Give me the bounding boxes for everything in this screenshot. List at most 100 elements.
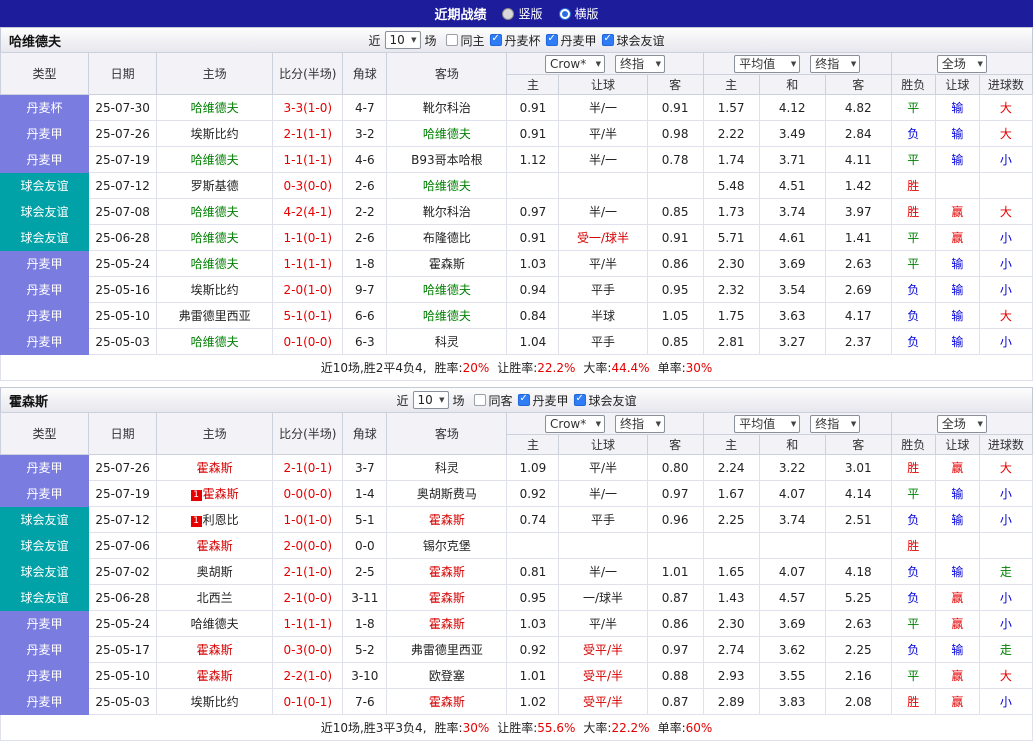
team-link[interactable]: 哈维德夫 bbox=[423, 127, 471, 141]
scope-select[interactable]: 全场 ▼ bbox=[936, 414, 987, 433]
radio-icon-horizontal[interactable] bbox=[558, 7, 571, 20]
team-link[interactable]: 奥胡斯 bbox=[197, 565, 233, 579]
checkbox-icon[interactable] bbox=[517, 393, 530, 406]
corner-cell: 3-7 bbox=[342, 454, 388, 481]
home-team-cell: 霍森斯 bbox=[156, 636, 274, 663]
team-link[interactable]: 哈维德夫 bbox=[191, 231, 239, 245]
team-link[interactable]: 埃斯比约 bbox=[191, 283, 239, 297]
checkbox-icon[interactable] bbox=[473, 394, 486, 406]
score-cell[interactable]: 2-1(0-1) bbox=[272, 454, 344, 481]
filter-option[interactable]: 球会友谊 bbox=[573, 392, 637, 409]
col-header-score: 比分(半场) bbox=[272, 412, 344, 455]
odds-home: 1.02 bbox=[506, 688, 560, 715]
odds-stage-select[interactable]: 终指 ▼ bbox=[615, 54, 666, 73]
team-link[interactable]: 霍森斯 bbox=[429, 257, 465, 271]
team-link[interactable]: 霍森斯 bbox=[429, 513, 465, 527]
score-cell[interactable]: 1-1(1-1) bbox=[272, 146, 344, 173]
score-cell[interactable]: 5-1(0-1) bbox=[272, 302, 344, 329]
match-count-select[interactable]: 10 ▼ bbox=[384, 31, 421, 49]
odds-stage-select[interactable]: 终指 ▼ bbox=[615, 414, 666, 433]
handicap-result-cell: 输 bbox=[934, 250, 980, 277]
team-link[interactable]: 靴尔科治 bbox=[423, 101, 471, 115]
team-link[interactable]: 哈维德夫 bbox=[191, 257, 239, 271]
match-count-select[interactable]: 10 ▼ bbox=[412, 391, 449, 409]
bookmaker-select[interactable]: Crow* ▼ bbox=[545, 54, 606, 73]
score-cell[interactable]: 0-3(0-0) bbox=[272, 636, 344, 663]
radio-icon-vertical[interactable] bbox=[502, 7, 515, 20]
view-option-vertical[interactable]: 竖版 bbox=[502, 5, 543, 22]
score-cell[interactable]: 0-1(0-1) bbox=[272, 688, 344, 715]
team-link[interactable]: 北西兰 bbox=[197, 591, 233, 605]
bookmaker-select[interactable]: Crow* ▼ bbox=[545, 414, 606, 433]
team-link[interactable]: 哈维德夫 bbox=[191, 335, 239, 349]
team-link[interactable]: 哈维德夫 bbox=[191, 101, 239, 115]
team-link[interactable]: 欧登塞 bbox=[429, 669, 465, 683]
average-select[interactable]: 平均值 ▼ bbox=[734, 414, 801, 433]
avg-home: 2.74 bbox=[702, 636, 760, 663]
score-cell[interactable]: 0-0(0-0) bbox=[272, 480, 344, 507]
score-cell[interactable]: 3-3(1-0) bbox=[272, 94, 344, 121]
score-cell[interactable]: 2-2(1-0) bbox=[272, 662, 344, 689]
team-link[interactable]: 锡尔克堡 bbox=[423, 539, 471, 553]
team-link[interactable]: 霍森斯 bbox=[197, 669, 233, 683]
score-cell[interactable]: 2-1(1-1) bbox=[272, 120, 344, 147]
team-link[interactable]: 霍森斯 bbox=[429, 617, 465, 631]
score-cell[interactable]: 1-1(1-1) bbox=[272, 250, 344, 277]
team-link[interactable]: 霍森斯 bbox=[429, 591, 465, 605]
score-cell[interactable]: 0-3(0-0) bbox=[272, 172, 344, 199]
filter-option[interactable]: 丹麦甲 bbox=[545, 32, 597, 49]
filter-option[interactable]: 丹麦杯 bbox=[489, 32, 541, 49]
team-link[interactable]: 弗雷德里西亚 bbox=[411, 643, 483, 657]
scope-select[interactable]: 全场 ▼ bbox=[936, 54, 987, 73]
score-cell[interactable]: 2-0(0-0) bbox=[272, 532, 344, 559]
view-option-horizontal[interactable]: 横版 bbox=[558, 5, 599, 22]
score-cell[interactable]: 2-0(1-0) bbox=[272, 276, 344, 303]
score-cell[interactable]: 2-1(0-0) bbox=[272, 584, 344, 611]
checkbox-icon[interactable] bbox=[545, 33, 558, 46]
score-cell[interactable]: 1-1(0-1) bbox=[272, 224, 344, 251]
team-link[interactable]: 霍森斯 bbox=[197, 539, 233, 553]
team-link[interactable]: 奥胡斯费马 bbox=[417, 487, 477, 501]
team-link[interactable]: 哈维德夫 bbox=[423, 179, 471, 193]
filter-option[interactable]: 同主 bbox=[445, 32, 485, 49]
team-link[interactable]: 哈维德夫 bbox=[191, 153, 239, 167]
team-link[interactable]: 科灵 bbox=[435, 335, 459, 349]
filter-option[interactable]: 同客 bbox=[473, 392, 513, 409]
team-link[interactable]: 靴尔科治 bbox=[423, 205, 471, 219]
average-stage-select[interactable]: 终指 ▼ bbox=[810, 414, 861, 433]
score-cell[interactable]: 4-2(4-1) bbox=[272, 198, 344, 225]
score-cell[interactable]: 0-1(0-0) bbox=[272, 328, 344, 355]
corner-cell: 3-10 bbox=[342, 662, 388, 689]
team-link[interactable]: 霍森斯 bbox=[429, 695, 465, 709]
team-link[interactable]: 科灵 bbox=[435, 461, 459, 475]
checkbox-icon[interactable] bbox=[489, 33, 502, 46]
team-link[interactable]: 霍森斯 bbox=[197, 643, 233, 657]
summary-stat: 大率:44.4% bbox=[583, 361, 650, 375]
odds-handicap: 平/半 bbox=[558, 250, 648, 277]
checkbox-icon[interactable] bbox=[573, 393, 586, 406]
team-link[interactable]: 利恩比 bbox=[203, 513, 239, 527]
team-link[interactable]: 哈维德夫 bbox=[191, 617, 239, 631]
team-link[interactable]: 霍森斯 bbox=[197, 461, 233, 475]
team-link[interactable]: 哈维德夫 bbox=[191, 205, 239, 219]
avg-draw bbox=[758, 532, 826, 559]
team-link[interactable]: 霍森斯 bbox=[203, 487, 239, 501]
score-cell[interactable]: 1-1(1-1) bbox=[272, 610, 344, 637]
checkbox-icon[interactable] bbox=[445, 34, 458, 46]
team-link[interactable]: 罗斯基德 bbox=[191, 179, 239, 193]
checkbox-icon[interactable] bbox=[601, 33, 614, 46]
score-cell[interactable]: 2-1(1-0) bbox=[272, 558, 344, 585]
team-link[interactable]: 埃斯比约 bbox=[191, 695, 239, 709]
team-link[interactable]: B93哥本哈根 bbox=[411, 153, 483, 167]
team-link[interactable]: 弗雷德里西亚 bbox=[179, 309, 251, 323]
team-link[interactable]: 布隆德比 bbox=[423, 231, 471, 245]
average-stage-select[interactable]: 终指 ▼ bbox=[810, 54, 861, 73]
team-link[interactable]: 霍森斯 bbox=[429, 565, 465, 579]
filter-option[interactable]: 丹麦甲 bbox=[517, 392, 569, 409]
filter-option[interactable]: 球会友谊 bbox=[601, 32, 665, 49]
average-select[interactable]: 平均值 ▼ bbox=[734, 54, 801, 73]
team-link[interactable]: 埃斯比约 bbox=[191, 127, 239, 141]
team-link[interactable]: 哈维德夫 bbox=[423, 309, 471, 323]
score-cell[interactable]: 1-0(1-0) bbox=[272, 506, 344, 533]
team-link[interactable]: 哈维德夫 bbox=[423, 283, 471, 297]
